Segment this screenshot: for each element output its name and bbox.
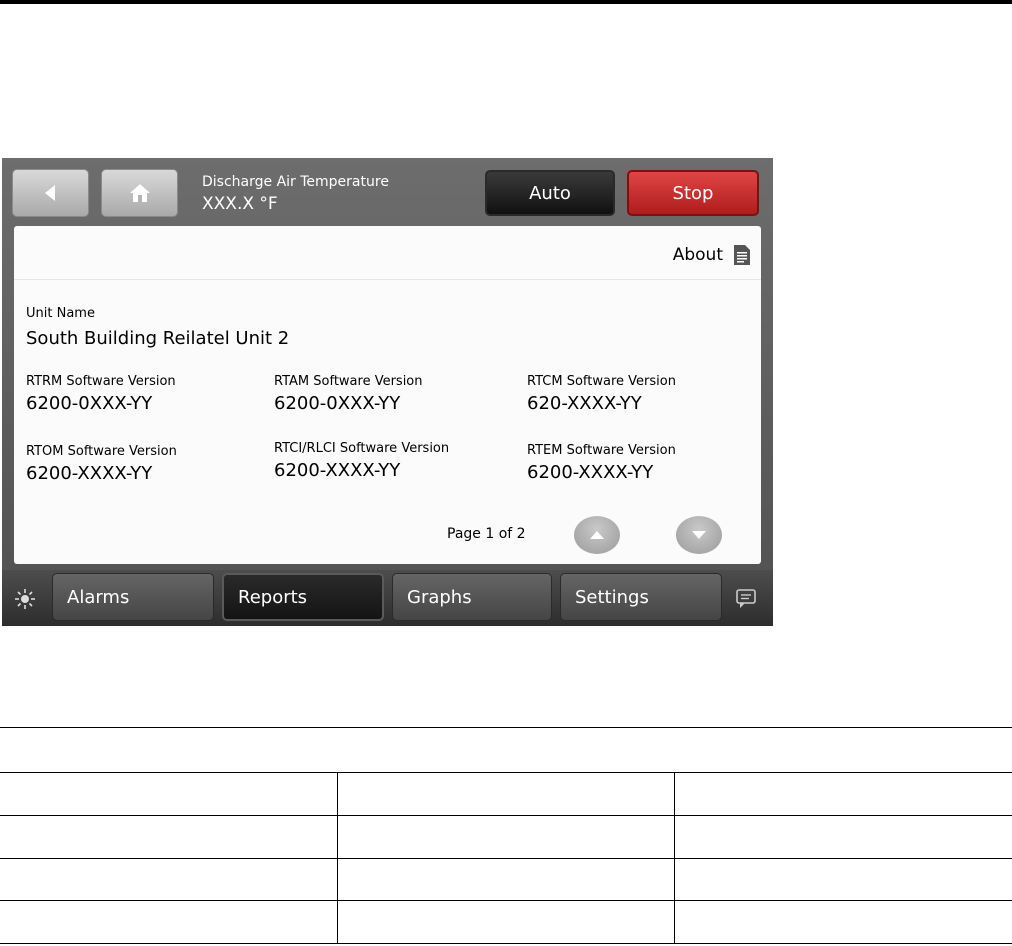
version-rtom: RTOM Software Version 6200-XXXX-YY	[26, 444, 177, 484]
chat-icon[interactable]	[735, 588, 757, 610]
table-row-line	[0, 815, 1012, 816]
page-up-button[interactable]	[574, 516, 620, 554]
table-column-line	[674, 772, 675, 944]
version-label: RTCI/RLCI Software Version	[274, 441, 450, 456]
about-panel: About Unit Name South Building Reilatel …	[14, 226, 761, 564]
controller-screen: Discharge Air Temperature XXX.X °F Auto …	[2, 158, 773, 626]
version-rtci-rlci: RTCI/RLCI Software Version 6200-XXXX-YY	[274, 441, 449, 481]
temperature-label: Discharge Air Temperature	[202, 174, 389, 190]
version-label: RTRM Software Version	[26, 374, 176, 389]
about-link[interactable]: About	[673, 244, 751, 266]
about-label: About	[672, 245, 723, 265]
table-row-line	[0, 900, 1012, 901]
version-value: 6200-XXXX-YY	[26, 463, 153, 484]
version-rtem: RTEM Software Version 6200-XXXX-YY	[527, 443, 676, 483]
home-button[interactable]	[101, 169, 178, 217]
table-column-line	[337, 772, 338, 944]
tab-graphs[interactable]: Graphs	[392, 573, 552, 621]
version-label: RTCM Software Version	[527, 374, 676, 389]
version-rtcm: RTCM Software Version 620-XXXX-YY	[527, 374, 676, 414]
version-value: 6200-0XXX-YY	[274, 393, 401, 414]
version-value: 620-XXXX-YY	[527, 393, 642, 414]
temperature-value: XXX.X °F	[202, 194, 278, 214]
version-rtam: RTAM Software Version 6200-0XXX-YY	[274, 374, 423, 414]
table-row-line	[0, 772, 1012, 773]
version-rtrm: RTRM Software Version 6200-0XXX-YY	[26, 374, 176, 414]
version-value: 6200-XXXX-YY	[274, 460, 401, 481]
version-label: RTAM Software Version	[274, 374, 423, 389]
tab-alarms[interactable]: Alarms	[52, 573, 214, 621]
back-arrow-icon	[44, 185, 55, 201]
status-bar: Discharge Air Temperature XXX.X °F Auto …	[2, 158, 773, 224]
version-value: 6200-XXXX-YY	[527, 462, 654, 483]
version-value: 6200-0XXX-YY	[26, 393, 153, 414]
unit-name-value: South Building Reilatel Unit 2	[26, 328, 290, 349]
divider	[14, 279, 761, 280]
section-rule	[0, 727, 1012, 728]
chevron-up-icon	[590, 531, 604, 539]
page-down-button[interactable]	[676, 516, 722, 554]
table-row-line	[0, 858, 1012, 859]
tab-reports[interactable]: Reports	[222, 573, 384, 621]
chevron-down-icon	[692, 531, 706, 539]
back-button[interactable]	[12, 169, 89, 217]
unit-name-label: Unit Name	[26, 306, 95, 321]
sun-icon[interactable]	[14, 588, 36, 610]
bottom-nav: Alarms Reports Graphs Settings	[2, 570, 773, 626]
version-label: RTOM Software Version	[26, 444, 177, 459]
home-icon	[129, 184, 150, 202]
version-label: RTEM Software Version	[527, 443, 676, 458]
table-row-line	[0, 943, 1012, 944]
document-icon	[734, 245, 750, 265]
stop-button[interactable]: Stop	[627, 170, 759, 216]
page-top-rule	[0, 0, 1012, 4]
auto-button[interactable]: Auto	[485, 170, 615, 216]
tab-settings[interactable]: Settings	[560, 573, 722, 621]
empty-table	[0, 772, 1012, 944]
page-indicator: Page 1 of 2	[447, 526, 526, 542]
